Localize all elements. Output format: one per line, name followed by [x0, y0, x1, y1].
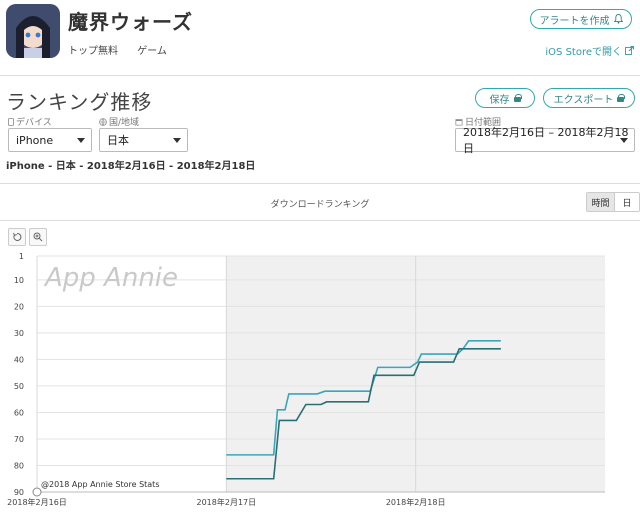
selection-summary: iPhone - 日本 - 2018年2月16日 - 2018年2月18日 — [6, 161, 256, 172]
y-tick-label: 40 — [14, 355, 24, 364]
device-value: iPhone — [16, 133, 54, 147]
ranking-chart[interactable]: App Annie 1 10 20 30 40 50 60 70 80 90 2018年2月16日… — [0, 250, 640, 510]
app-genre: ゲーム — [137, 46, 167, 57]
divider — [0, 183, 640, 184]
divider — [0, 75, 640, 76]
granularity-toggle: 時間 日 — [586, 192, 640, 212]
country-label-text: 国/地域 — [109, 118, 140, 128]
y-tick-label: 60 — [14, 408, 24, 417]
y-tick-label: 50 — [14, 382, 24, 391]
device-label: デバイス — [8, 115, 52, 128]
reset-zoom-button[interactable] — [8, 228, 26, 246]
granularity-hour[interactable]: 時間 — [587, 193, 615, 211]
section-title: ランキング推移 — [6, 90, 153, 114]
export-button[interactable]: エクスポート — [543, 88, 635, 108]
globe-icon — [99, 117, 107, 126]
chevron-down-icon — [620, 138, 628, 143]
country-label: 国/地域 — [99, 115, 139, 128]
app-title: 魔界ウォーズ — [68, 10, 193, 34]
date-range-value: 2018年2月16日 – 2018年2月18日 — [463, 126, 629, 155]
create-alert-button[interactable]: アラートを作成 — [530, 9, 632, 29]
granularity-day[interactable]: 日 — [615, 193, 639, 211]
y-tick-label: 20 — [14, 302, 24, 311]
device-label-text: デバイス — [16, 118, 52, 128]
app-meta: トップ無料 ゲーム — [68, 42, 183, 57]
y-tick-label: 70 — [14, 435, 24, 444]
zoom-button[interactable] — [29, 228, 47, 246]
ios-store-link[interactable]: iOS Storeで開く — [545, 43, 634, 58]
y-axis-labels: 1 10 20 30 40 50 60 70 80 90 — [14, 252, 24, 497]
y-tick-label: 80 — [14, 461, 24, 470]
x-tick-label: 2018年2月18日 — [386, 497, 446, 507]
watermark: App Annie — [43, 263, 178, 293]
y-tick-label: 30 — [14, 329, 24, 338]
x-axis-labels: 2018年2月16日 2018年2月17日 2018年2月18日 — [7, 497, 445, 507]
bell-icon — [613, 14, 623, 24]
range-handle[interactable] — [32, 487, 42, 497]
chevron-down-icon — [173, 138, 181, 143]
export-label: エクスポート — [553, 94, 614, 106]
app-category: トップ無料 — [68, 46, 118, 57]
chevron-down-icon — [77, 138, 85, 143]
divider — [0, 220, 640, 221]
zoom-icon — [33, 232, 43, 242]
chart-label: ダウンロードランキング — [270, 200, 370, 210]
x-tick-label: 2018年2月16日 — [7, 497, 67, 507]
external-link-icon — [625, 46, 634, 55]
date-range-select[interactable]: 2018年2月16日 – 2018年2月18日 — [455, 126, 635, 155]
y-tick-label: 1 — [19, 252, 24, 261]
reset-icon — [13, 232, 22, 241]
chart-credit: @2018 App Annie Store Stats — [41, 480, 159, 489]
device-select[interactable]: iPhone — [8, 128, 92, 152]
y-tick-label: 10 — [14, 276, 24, 285]
device-icon — [8, 117, 14, 126]
create-alert-label: アラートを作成 — [539, 15, 610, 27]
country-value: 日本 — [107, 134, 129, 147]
lock-icon — [617, 94, 626, 102]
country-select[interactable]: 日本 — [99, 128, 188, 152]
calendar-icon — [455, 118, 463, 125]
y-tick-label: 90 — [14, 488, 24, 497]
lock-icon — [513, 94, 522, 102]
app-icon — [6, 4, 60, 58]
x-tick-label: 2018年2月17日 — [197, 497, 257, 507]
save-button[interactable]: 保存 — [475, 88, 535, 108]
save-label: 保存 — [489, 94, 510, 106]
ios-store-label: iOS Storeで開く — [545, 47, 622, 58]
